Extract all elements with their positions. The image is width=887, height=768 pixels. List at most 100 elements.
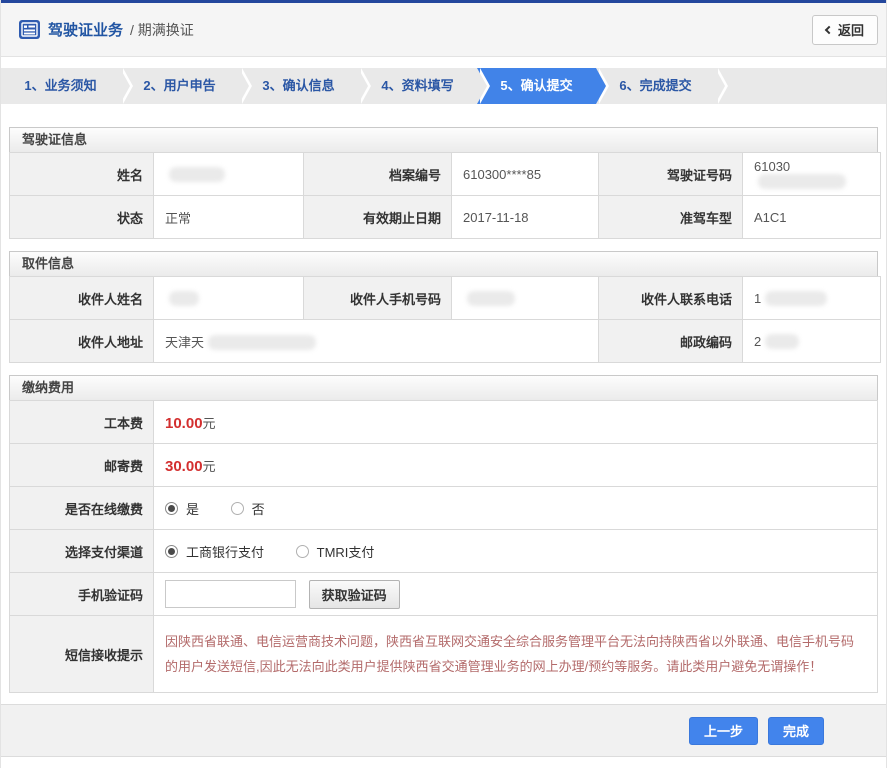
- card-fee-label: 工本费: [9, 400, 154, 444]
- step-business-notice[interactable]: 1、业务须知: [1, 68, 133, 104]
- payment-section: 缴纳费用 工本费 10.00元 邮寄费 30.00元 是否在线缴费 是 否 选择…: [9, 375, 878, 693]
- online-pay-yes-option[interactable]: 是: [165, 499, 199, 518]
- vehicle-class-value: A1C1: [742, 195, 881, 239]
- recipient-name-value: [153, 276, 304, 320]
- sms-tip-text: 因陕西省联通、电信运营商技术问题，陕西省互联网交通安全综合服务管理平台无法向持陕…: [153, 615, 878, 693]
- page: 驾驶证业务 / 期满换证 返回 1、业务须知 2、用户申告 3、确认信息 4、资…: [0, 0, 887, 768]
- postal-value: 2: [742, 319, 881, 363]
- table-row: 选择支付渠道 工商银行支付 TMRI支付: [9, 529, 878, 573]
- table-row: 是否在线缴费 是 否: [9, 486, 878, 530]
- chevron-left-icon: [824, 25, 834, 34]
- step-confirm-info[interactable]: 3、确认信息: [239, 68, 371, 104]
- channel-label: 选择支付渠道: [9, 529, 154, 573]
- channel-options: 工商银行支付 TMRI支付: [153, 529, 878, 573]
- footer-action-bar: 上一步 完成: [1, 704, 886, 757]
- postage-fee-unit: 元: [202, 458, 216, 474]
- sms-code-label: 手机验证码: [9, 572, 154, 616]
- step-wizard: 1、业务须知 2、用户申告 3、确认信息 4、资料填写 5、确认提交 6、完成提…: [1, 68, 886, 104]
- table-row: 状态 正常 有效期止日期 2017-11-18 准驾车型 A1C1: [9, 195, 881, 239]
- table-row: 姓名 档案编号 610300****85 驾驶证号码 61030: [9, 152, 881, 196]
- address-label: 收件人地址: [9, 319, 154, 363]
- recipient-phone-prefix: 1: [754, 290, 762, 306]
- pickup-info-header: 取件信息: [9, 251, 878, 276]
- name-value: [153, 152, 304, 196]
- radio-unchecked-icon[interactable]: [230, 501, 244, 515]
- status-value: 正常: [153, 195, 304, 239]
- finish-button[interactable]: 完成: [767, 716, 824, 745]
- recipient-name-label: 收件人姓名: [9, 276, 154, 320]
- license-info-header: 驾驶证信息: [9, 127, 878, 152]
- postal-prefix: 2: [754, 333, 762, 349]
- license-info-table: 姓名 档案编号 610300****85 驾驶证号码 61030 状态 正常 有…: [9, 152, 881, 239]
- address-prefix: 天津天: [165, 334, 205, 350]
- license-number-value: 61030: [742, 152, 881, 196]
- step-user-declaration[interactable]: 2、用户申告: [120, 68, 252, 104]
- card-fee-value: 10.00元: [153, 400, 878, 444]
- recipient-mobile-value: [451, 276, 599, 320]
- recipient-mobile-label: 收件人手机号码: [303, 276, 452, 320]
- table-row: 收件人地址 天津天 邮政编码 2: [9, 319, 881, 363]
- table-row: 工本费 10.00元: [9, 400, 878, 444]
- postage-fee-amount: 30.00: [165, 457, 203, 475]
- channel-tmri-label: TMRI支付: [316, 544, 375, 560]
- expiry-label: 有效期止日期: [303, 195, 452, 239]
- online-pay-yes-label: 是: [186, 501, 200, 517]
- table-row: 收件人姓名 收件人手机号码 收件人联系电话 1: [9, 276, 881, 320]
- redacted-recipient-phone: [765, 290, 828, 306]
- file-number-value: 610300****85: [451, 152, 599, 196]
- channel-tmri-option[interactable]: TMRI支付: [295, 542, 375, 561]
- expiry-value: 2017-11-18: [451, 195, 599, 239]
- name-label: 姓名: [9, 152, 154, 196]
- table-row: 手机验证码 获取验证码: [9, 572, 878, 616]
- radio-checked-icon[interactable]: [165, 501, 178, 515]
- postage-fee-label: 邮寄费: [9, 443, 154, 487]
- redacted-postal-code: [765, 333, 800, 349]
- main-content: 驾驶证信息 姓名 档案编号 610300****85 驾驶证号码 61030 状…: [9, 127, 881, 693]
- table-row: 短信接收提示 因陕西省联通、电信运营商技术问题，陕西省互联网交通安全综合服务管理…: [9, 615, 878, 693]
- channel-icbc-label: 工商银行支付: [186, 544, 265, 560]
- address-value: 天津天: [153, 319, 599, 363]
- online-pay-no-label: 否: [251, 501, 265, 517]
- sms-tip-label: 短信接收提示: [9, 615, 154, 693]
- step-data-fill[interactable]: 4、资料填写: [358, 68, 490, 104]
- radio-unchecked-icon[interactable]: [295, 544, 309, 558]
- recipient-phone-value: 1: [742, 276, 881, 320]
- step-confirm-submit[interactable]: 5、确认提交: [477, 68, 609, 104]
- recipient-phone-label: 收件人联系电话: [598, 276, 743, 320]
- file-number-label: 档案编号: [303, 152, 452, 196]
- breadcrumb: / 期满换证: [130, 21, 194, 38]
- license-info-section: 驾驶证信息 姓名 档案编号 610300****85 驾驶证号码 61030 状…: [9, 127, 881, 239]
- sms-code-field: 获取验证码: [153, 572, 878, 616]
- radio-checked-icon[interactable]: [165, 544, 178, 558]
- back-button-label: 返回: [837, 23, 864, 38]
- card-fee-unit: 元: [202, 415, 216, 431]
- postage-fee-value: 30.00元: [153, 443, 878, 487]
- pickup-info-section: 取件信息 收件人姓名 收件人手机号码 收件人联系电话 1 收件人地址 天津天 邮…: [9, 251, 881, 363]
- page-title: 驾驶证业务: [48, 22, 124, 39]
- payment-table: 工本费 10.00元 邮寄费 30.00元 是否在线缴费 是 否 选择支付渠道: [9, 400, 878, 693]
- previous-step-button[interactable]: 上一步: [688, 716, 758, 745]
- redacted-recipient-name: [169, 290, 199, 306]
- vehicle-class-label: 准驾车型: [598, 195, 743, 239]
- channel-icbc-option[interactable]: 工商银行支付: [165, 542, 264, 561]
- redacted-recipient-mobile: [467, 290, 515, 306]
- license-form-icon: [19, 20, 40, 39]
- status-label: 状态: [9, 195, 154, 239]
- back-button[interactable]: 返回: [811, 14, 878, 45]
- online-pay-label: 是否在线缴费: [9, 486, 154, 530]
- sms-code-input[interactable]: [165, 579, 296, 608]
- redacted-address: [208, 334, 317, 350]
- step-complete-submit[interactable]: 6、完成提交: [596, 68, 728, 104]
- page-header: 驾驶证业务 / 期满换证 返回: [1, 3, 886, 57]
- online-pay-options: 是 否: [153, 486, 878, 530]
- table-row: 邮寄费 30.00元: [9, 443, 878, 487]
- get-code-button[interactable]: 获取验证码: [308, 579, 400, 609]
- online-pay-no-option[interactable]: 否: [230, 499, 265, 518]
- pickup-info-table: 收件人姓名 收件人手机号码 收件人联系电话 1 收件人地址 天津天 邮政编码 2: [9, 276, 881, 363]
- license-number-label: 驾驶证号码: [598, 152, 743, 196]
- redacted-license-number: [758, 174, 846, 189]
- payment-header: 缴纳费用: [9, 375, 878, 400]
- card-fee-amount: 10.00: [165, 414, 203, 432]
- step-bar-filler: [715, 68, 886, 104]
- redacted-name: [169, 166, 225, 182]
